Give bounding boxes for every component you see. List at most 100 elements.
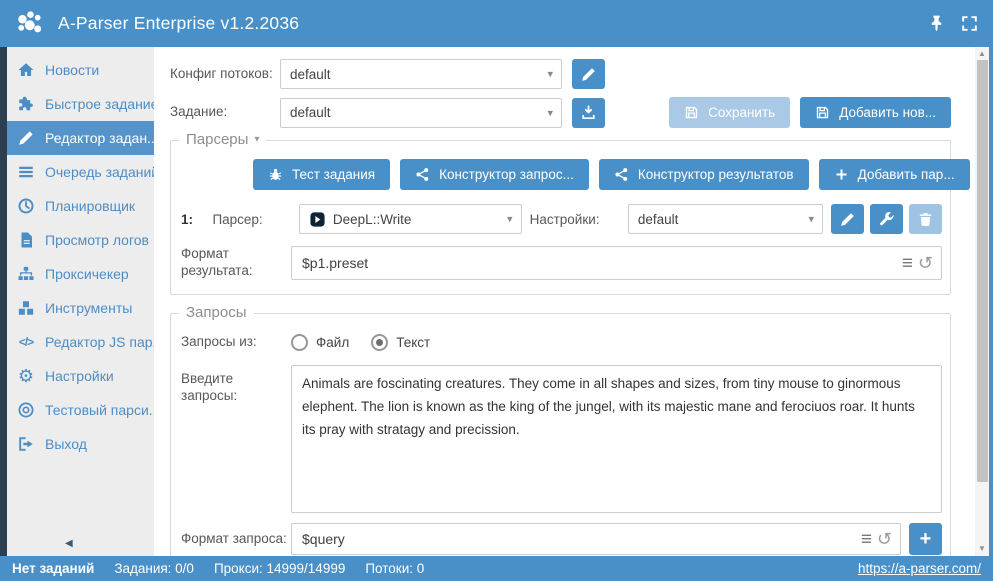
- document-icon: [16, 230, 36, 250]
- sidebar-item-label: Новости: [45, 62, 99, 78]
- radio-file-label: Файл: [316, 335, 349, 350]
- add-new-button[interactable]: Добавить нов...: [800, 97, 951, 128]
- puzzle-icon: [16, 94, 36, 114]
- parser-index: 1:: [181, 212, 212, 227]
- chevron-down-icon: ▾: [254, 134, 259, 145]
- target-icon: [16, 400, 36, 420]
- query-format-label: Формат запроса:: [181, 531, 291, 548]
- task-row: Задание: default ▾ Сохранить Добавить но…: [170, 97, 951, 128]
- parser-select[interactable]: DeepL::Write ▾: [299, 204, 522, 234]
- result-builder-button[interactable]: Конструктор результатов: [599, 159, 809, 190]
- add-parser-button[interactable]: Добавить пар...: [819, 159, 970, 190]
- query-builder-button[interactable]: Конструктор запрос...: [400, 159, 589, 190]
- scrollbar-track[interactable]: [975, 59, 989, 544]
- radio-option-file[interactable]: Файл: [291, 334, 349, 351]
- query-format-input[interactable]: $query ≡ ↺: [291, 523, 901, 555]
- sidebar-item-quick-task[interactable]: Быстрое задание: [7, 87, 154, 121]
- collapse-arrow-icon: ◀: [65, 538, 73, 549]
- thread-config-row: Конфиг потоков: default ▾: [170, 59, 951, 89]
- sidebar-item-label: Редактор задан...: [45, 130, 154, 146]
- parser-options-button[interactable]: [870, 204, 903, 234]
- parsers-legend[interactable]: Парсеры ▾: [179, 131, 266, 148]
- sidebar-item-task-editor[interactable]: Редактор задан...: [7, 121, 154, 155]
- pin-icon[interactable]: [927, 14, 946, 33]
- settings-value: default: [638, 212, 679, 227]
- result-format-row: Формат результата: $p1.preset ≡ ↺: [181, 246, 942, 280]
- sidebar-item-news[interactable]: Новости: [7, 53, 154, 87]
- app-title: A-Parser Enterprise v1.2.2036: [58, 13, 299, 34]
- test-task-button[interactable]: Тест задания: [253, 159, 390, 190]
- queries-fieldset: Запросы Запросы из: Файл Текст: [170, 313, 951, 556]
- enter-queries-label: Введите запросы:: [181, 365, 291, 405]
- scrollbar-thumb[interactable]: [977, 60, 988, 482]
- sidebar-item-settings[interactable]: ⚙ Настройки: [7, 359, 154, 393]
- delete-parser-button[interactable]: [909, 204, 942, 234]
- download-task-button[interactable]: [572, 98, 605, 128]
- proxies-counter: Прокси: 14999/14999: [214, 561, 345, 576]
- sidebar-item-task-queue[interactable]: Очередь заданий: [7, 155, 154, 189]
- sidebar-item-exit[interactable]: Выход: [7, 427, 154, 461]
- undo-icon[interactable]: ↺: [918, 254, 933, 272]
- deepl-logo-icon: [309, 211, 326, 228]
- a-parser-link[interactable]: https://a-parser.com/: [858, 561, 981, 576]
- parser-label: Парсер:: [212, 212, 298, 227]
- parsers-legend-label: Парсеры: [186, 131, 248, 148]
- result-builder-label: Конструктор результатов: [638, 167, 794, 182]
- edit-thread-config-button[interactable]: [572, 59, 605, 89]
- save-button-label: Сохранить: [708, 105, 775, 120]
- a-parser-logo-icon: [14, 7, 48, 41]
- home-icon: [16, 60, 36, 80]
- radio-file-icon[interactable]: [291, 334, 308, 351]
- status-bar: Нет заданий Задания: 0/0 Прокси: 14999/1…: [0, 556, 993, 581]
- add-new-button-label: Добавить нов...: [839, 105, 936, 120]
- tasks-counter: Задания: 0/0: [114, 561, 194, 576]
- queries-legend-label: Запросы: [186, 304, 247, 321]
- save-icon: [684, 105, 699, 120]
- bug-icon: [268, 167, 283, 182]
- download-icon: [580, 104, 597, 121]
- sidebar-item-js-editor[interactable]: </> Редактор JS пар...: [7, 325, 154, 359]
- pencil-icon: [16, 128, 36, 148]
- query-format-value: $query: [302, 531, 861, 547]
- query-builder-label: Конструктор запрос...: [439, 167, 574, 182]
- list-icon: [16, 162, 36, 182]
- save-button[interactable]: Сохранить: [669, 97, 790, 128]
- queries-source-label: Запросы из:: [181, 334, 291, 351]
- thread-config-label: Конфиг потоков:: [170, 66, 280, 83]
- main-scrollbar[interactable]: ▲ ▼: [975, 47, 989, 556]
- sidebar: Новости Быстрое задание Редактор задан..…: [7, 47, 154, 556]
- sidebar-item-scheduler[interactable]: Планировщик: [7, 189, 154, 223]
- add-query-format-button[interactable]: +: [909, 523, 942, 555]
- template-list-icon[interactable]: ≡: [902, 254, 913, 273]
- thread-config-select[interactable]: default ▾: [280, 59, 562, 89]
- sidebar-item-proxy-checker[interactable]: Проксичекер: [7, 257, 154, 291]
- task-select[interactable]: default ▾: [280, 98, 562, 128]
- pencil-icon: [580, 66, 597, 83]
- scroll-down-icon[interactable]: ▼: [978, 544, 986, 554]
- template-list-icon[interactable]: ≡: [861, 530, 872, 549]
- main-panel: Конфиг потоков: default ▾ Задание: defau…: [154, 47, 975, 556]
- plus-icon: +: [920, 528, 932, 551]
- sitemap-icon: [16, 264, 36, 284]
- parser-row: 1: Парсер: DeepL::Write ▾ Настройки: def…: [181, 204, 942, 234]
- sidebar-item-tools[interactable]: Инструменты: [7, 291, 154, 325]
- fullscreen-icon[interactable]: [960, 14, 979, 33]
- thread-config-value: default: [290, 67, 331, 82]
- queries-source-row: Запросы из: Файл Текст: [181, 334, 942, 351]
- edit-parser-button[interactable]: [831, 204, 864, 234]
- sidebar-dark-strip: [0, 47, 7, 556]
- sidebar-collapse-button[interactable]: ◀: [7, 530, 154, 556]
- query-format-row: Формат запроса: $query ≡ ↺ +: [181, 523, 942, 555]
- sidebar-item-test-parsing[interactable]: Тестовый парси...: [7, 393, 154, 427]
- settings-select[interactable]: default ▾: [628, 204, 823, 234]
- sidebar-item-log-viewer[interactable]: Просмотр логов: [7, 223, 154, 257]
- undo-icon[interactable]: ↺: [877, 530, 892, 548]
- plus-icon: [834, 167, 849, 182]
- radio-option-text[interactable]: Текст: [371, 334, 430, 351]
- radio-text-icon[interactable]: [371, 334, 388, 351]
- chevron-down-icon: ▾: [808, 213, 814, 226]
- queries-textarea[interactable]: Animals are foscinating creatures. They …: [291, 365, 942, 513]
- scroll-up-icon[interactable]: ▲: [978, 49, 986, 59]
- result-format-input[interactable]: $p1.preset ≡ ↺: [291, 246, 942, 280]
- result-format-value: $p1.preset: [302, 255, 902, 271]
